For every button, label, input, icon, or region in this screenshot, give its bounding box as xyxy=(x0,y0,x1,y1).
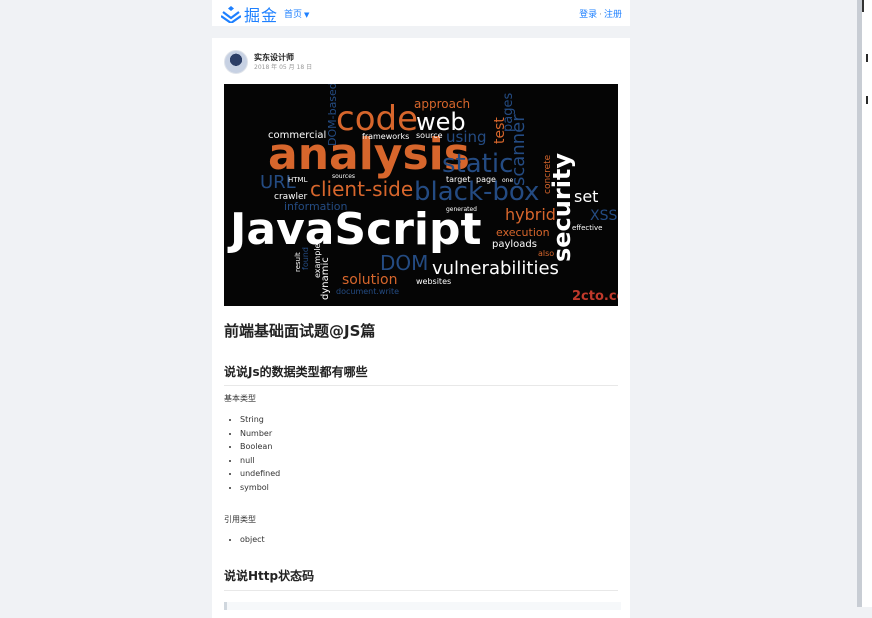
cover-word-pages: pages xyxy=(501,93,516,132)
list-item: object xyxy=(240,533,265,547)
site-header: 掘金 首页 ▼ 登录 · 注册 xyxy=(212,0,630,26)
cover-word-page: page xyxy=(476,175,496,184)
publish-date: 2018 年 05 月 18 日 xyxy=(254,63,313,71)
cover-word-sources: sources xyxy=(332,173,355,180)
cover-word-dom-based: DOM-based xyxy=(326,84,339,146)
cover-word-result: result xyxy=(294,252,302,272)
heading-divider xyxy=(224,385,618,386)
cover-word-source: source xyxy=(416,131,443,140)
list-item: symbol xyxy=(240,481,280,495)
ref-types-label: 引用类型 xyxy=(224,515,256,524)
cover-word-commercial: commercial xyxy=(268,130,326,141)
ref-types-list: object xyxy=(224,533,265,547)
section-heading-data-types: 说说Js的数据类型都有哪些 xyxy=(224,365,368,379)
cover-word-html: HTML xyxy=(288,176,308,184)
cover-word-payloads: payloads xyxy=(492,239,537,250)
auth-links: 登录 · 注册 xyxy=(579,7,622,20)
cover-word-using: using xyxy=(446,128,487,146)
cover-word-execution: execution xyxy=(496,226,550,239)
list-item: null xyxy=(240,454,280,468)
cover-word-document-write: document.write xyxy=(336,287,399,296)
author-name[interactable]: 实东设计师 xyxy=(254,52,312,63)
cover-word-approach: approach xyxy=(414,97,470,111)
basic-types-list: String Number Boolean null undefined sym… xyxy=(224,413,280,495)
cover-word-client-side: client-side xyxy=(310,177,413,201)
cover-word-set: set xyxy=(574,187,598,206)
author-meta: 实东设计师 2018 年 05 月 18 日 xyxy=(254,52,312,73)
cover-word-frameworks: frameworks xyxy=(362,132,409,141)
nav-home-dropdown[interactable]: 首页 ▼ xyxy=(284,7,309,20)
register-link[interactable]: 注册 xyxy=(604,10,622,20)
avatar[interactable] xyxy=(224,50,248,74)
basic-types-label: 基本类型 xyxy=(224,394,256,403)
article-card: 实东设计师 2018 年 05 月 18 日 analysis code web… xyxy=(212,38,630,618)
rail-marker xyxy=(866,96,868,104)
logo-text: 掘金 xyxy=(244,6,279,25)
article-title: 前端基础面试题@JS篇 xyxy=(224,322,376,340)
juejin-logo-icon xyxy=(221,5,241,23)
cover-word-websites: websites xyxy=(416,277,451,286)
heading-divider xyxy=(224,590,618,591)
cover-word-concrete: concrete xyxy=(543,154,553,194)
blockquote xyxy=(224,602,621,610)
cover-watermark: 2cto.com xyxy=(572,289,618,304)
side-rail xyxy=(862,0,872,607)
author-info: 实东设计师 2018 年 05 月 18 日 xyxy=(224,50,312,74)
auth-separator: · xyxy=(599,10,602,20)
list-item: Number xyxy=(240,427,280,441)
chevron-down-icon: ▼ xyxy=(304,11,310,19)
rail-marker xyxy=(866,54,868,62)
nav-home-label: 首页 xyxy=(284,10,303,20)
cover-word-target: target xyxy=(446,175,470,184)
cover-word-effective: effective xyxy=(572,224,602,232)
cover-image: analysis code web approach commercial fr… xyxy=(224,84,618,306)
scrollbar-thumb[interactable] xyxy=(862,0,864,12)
list-item: Boolean xyxy=(240,440,280,454)
cover-word-xss: XSS xyxy=(590,208,617,224)
cover-word-vulnerabilities: vulnerabilities xyxy=(432,258,559,279)
list-item: String xyxy=(240,413,280,427)
list-item: undefined xyxy=(240,467,280,481)
login-link[interactable]: 登录 xyxy=(579,10,597,20)
cover-word-example: example xyxy=(313,243,322,278)
site-logo[interactable]: 掘金 xyxy=(221,2,278,26)
cover-word-javascript: JavaScript xyxy=(227,204,482,255)
cover-word-solution: solution xyxy=(342,272,397,288)
section-heading-http-status: 说说Http状态码 xyxy=(224,569,315,583)
cover-word-found: found xyxy=(301,247,310,270)
